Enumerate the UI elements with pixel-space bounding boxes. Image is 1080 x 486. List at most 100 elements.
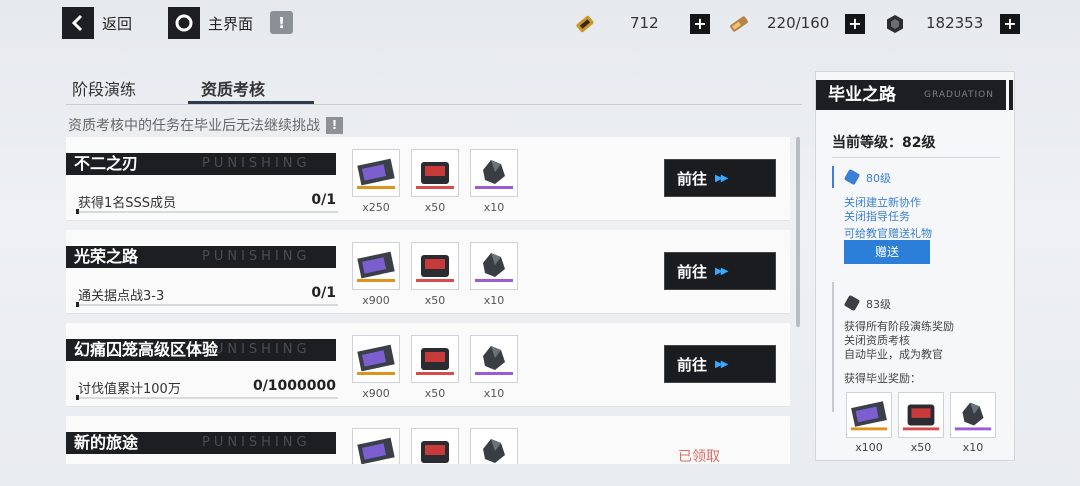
add-stamina-button[interactable]: + — [845, 14, 865, 34]
grad-reward-ticket[interactable] — [846, 392, 892, 438]
ticket-icon — [357, 344, 395, 375]
reward-chest-item[interactable] — [411, 335, 459, 383]
ore-icon — [475, 253, 513, 282]
reward-chest-item[interactable] — [411, 149, 459, 197]
reward-chest-item[interactable] — [411, 242, 459, 290]
reward-ore-item[interactable] — [470, 335, 518, 383]
ore-icon — [475, 160, 513, 189]
task-title-bar: PUNISHING 光荣之路 — [66, 246, 336, 268]
task-progress: 0/1 — [311, 285, 336, 301]
add-coin-button[interactable]: + — [1000, 14, 1020, 34]
task-progress: 0/1000000 — [252, 378, 336, 394]
tab-stage-drill[interactable]: 阶段演练 — [72, 76, 136, 100]
task-title: 新的旅途 — [74, 433, 139, 452]
reward-count: x10 — [483, 294, 505, 307]
panel-title-en: GRADUATION — [924, 90, 994, 100]
home-circle-icon — [168, 7, 200, 39]
level83-line: 自动毕业，成为教官 — [844, 348, 943, 361]
task-title: 光荣之路 — [74, 247, 139, 266]
reward-count: x250 — [362, 201, 390, 214]
progress-bar — [76, 397, 338, 399]
go-button-label: 前往 — [677, 262, 708, 281]
chevron-left-icon — [62, 7, 94, 39]
add-resource-button[interactable]: + — [690, 14, 710, 34]
reward-chest-item[interactable] — [411, 428, 459, 464]
header-deco — [1009, 80, 1013, 110]
home-label: 主界面 — [208, 14, 254, 33]
warning-icon[interactable]: ! — [270, 11, 293, 34]
task-title-bar: PUNISHING 不二之刃 — [66, 153, 336, 175]
gift-button[interactable]: 赠送 — [844, 240, 930, 264]
task-title-bar: PUNISHING 幻痛囚笼高级区体验 — [66, 339, 336, 361]
go-button-label: 前往 — [677, 169, 708, 188]
ticket-icon — [576, 15, 594, 33]
go-button[interactable]: 前往 ▶▶ — [664, 159, 776, 197]
task-card: PUNISHING 幻痛囚笼高级区体验 讨伐值累计100万 0/1000000 … — [66, 323, 790, 407]
double-arrow-icon: ▶▶ — [715, 265, 728, 277]
level80-extra: 可给教官赠送礼物 — [844, 227, 932, 240]
chest-icon — [416, 348, 454, 375]
double-arrow-icon: ▶▶ — [715, 358, 728, 370]
reward-ticket-item[interactable] — [352, 149, 400, 197]
reward-ticket-item[interactable] — [352, 428, 400, 464]
ticket-icon — [357, 158, 395, 189]
chest-icon — [416, 255, 454, 282]
level80-name: 80级 — [866, 172, 891, 185]
task-description: 通关据点战3-3 — [78, 289, 165, 304]
double-arrow-icon: ▶▶ — [715, 172, 728, 184]
go-button-label: 前往 — [677, 355, 708, 374]
go-button[interactable]: 前往 ▶▶ — [664, 252, 776, 290]
progress-fill — [76, 395, 79, 400]
reward-count: x900 — [362, 387, 390, 400]
reward-ticket-item[interactable] — [352, 242, 400, 290]
tab-divider — [66, 104, 802, 105]
level-accent — [832, 166, 834, 188]
back-button[interactable]: 返回 — [62, 7, 132, 39]
home-button[interactable]: 主界面 — [168, 7, 254, 39]
info-icon[interactable]: ! — [326, 116, 343, 134]
task-description: 讨伐值累计100万 — [78, 382, 181, 397]
task-title-bar: PUNISHING 新的旅途 — [66, 432, 336, 454]
chest-icon — [902, 404, 940, 431]
notice: 资质考核中的任务在毕业后无法继续挑战 ! — [68, 115, 343, 135]
reward-ore-item[interactable] — [470, 149, 518, 197]
resource-value: 712 — [630, 14, 659, 32]
progress-fill — [76, 302, 79, 307]
go-button[interactable]: 前往 ▶▶ — [664, 345, 776, 383]
task-card: PUNISHING 光荣之路 通关据点战3-3 0/1 x900 x50 x10… — [66, 230, 790, 314]
tab-qualification[interactable]: 资质考核 — [201, 76, 265, 100]
panel-header: 毕业之路 GRADUATION — [816, 80, 1006, 110]
claimed-status: 已领取 — [678, 449, 720, 464]
notice-text: 资质考核中的任务在毕业后无法继续挑战 — [68, 118, 320, 134]
title-watermark: PUNISHING — [202, 342, 311, 357]
hexagon-icon — [843, 168, 861, 186]
reward-count: x50 — [424, 201, 446, 214]
progress-bar — [76, 304, 338, 306]
ticket-icon — [357, 251, 395, 282]
task-card: PUNISHING 不二之刃 获得1名SSS成员 0/1 x250 x50 x1… — [66, 137, 790, 221]
reward-ore-item[interactable] — [470, 242, 518, 290]
reward-ore-item[interactable] — [470, 428, 518, 464]
chest-icon — [421, 441, 449, 463]
ore-icon — [954, 402, 992, 431]
ore-icon — [483, 439, 505, 463]
reward-ticket-item[interactable] — [352, 335, 400, 383]
progress-bar — [76, 211, 338, 213]
reward-count: x50 — [424, 294, 446, 307]
reward-count: x10 — [483, 387, 505, 400]
graduation-panel: 毕业之路 GRADUATION 当前等级：82级 80级 关闭建立新协作 关闭指… — [815, 71, 1015, 461]
grad-reward-chest[interactable] — [898, 392, 944, 438]
grad-reward-ore[interactable] — [950, 392, 996, 438]
tab-active-indicator — [188, 101, 314, 104]
top-bar: 返回 主界面 ! 712 + 220/160 + 182353 + — [0, 0, 1080, 48]
reward-count: x50 — [424, 387, 446, 400]
resource-coin — [884, 10, 906, 38]
ticket-icon — [850, 401, 888, 431]
task-list: PUNISHING 不二之刃 获得1名SSS成员 0/1 x250 x50 x1… — [66, 137, 790, 464]
stamina-value: 220/160 — [767, 14, 830, 32]
coin-value: 182353 — [926, 14, 984, 32]
title-watermark: PUNISHING — [202, 249, 311, 264]
reward-count: x100 — [855, 441, 883, 454]
current-level: 当前等级：82级 — [832, 135, 936, 151]
list-scrollbar[interactable] — [796, 137, 800, 327]
